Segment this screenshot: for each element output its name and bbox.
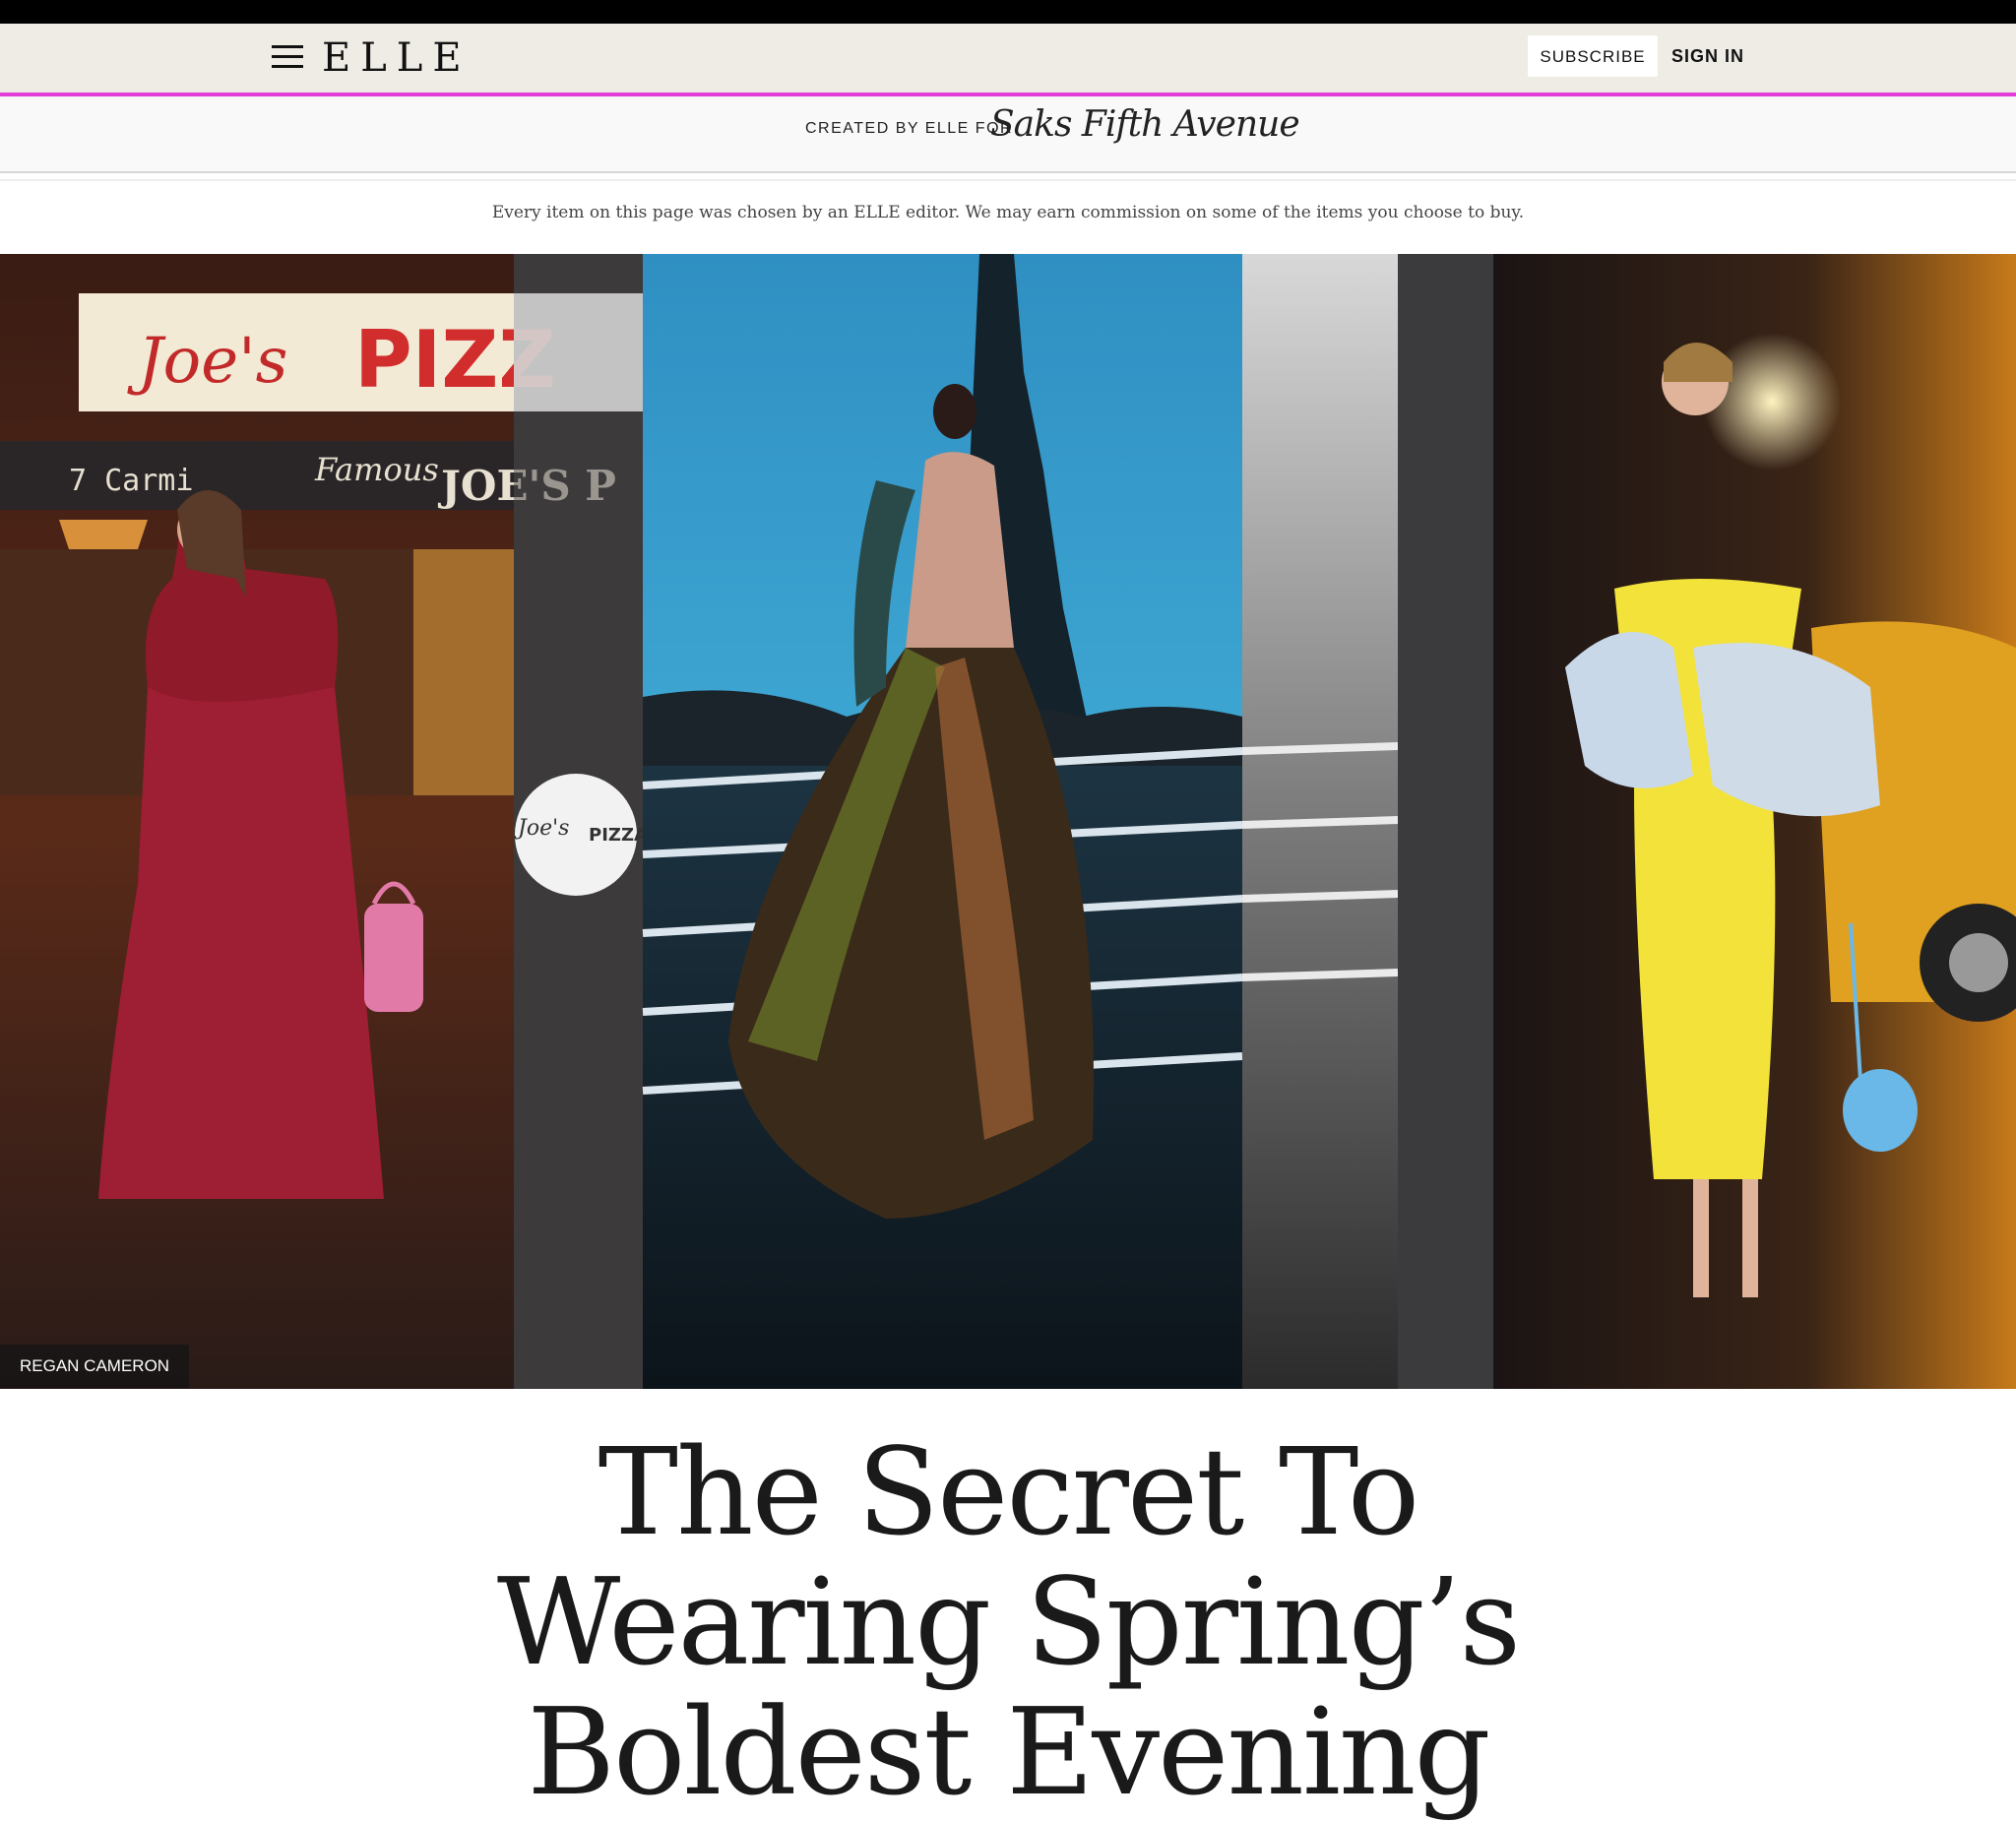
- menu-icon[interactable]: [272, 41, 303, 71]
- browser-top-bar: [0, 0, 2016, 24]
- article-headline: The Secret To Wearing Spring’s Boldest E…: [467, 1427, 1549, 1817]
- sponsor-label: CREATED BY ELLE FOR: [805, 120, 1014, 137]
- hero-image: Joe's PIZZ 7 Carmi Famous JOE'S P Joe's …: [0, 254, 2016, 1389]
- headline-line-1: The Secret To: [598, 1422, 1420, 1562]
- divider: [0, 179, 2016, 181]
- photo-credit: REGAN CAMERON: [0, 1345, 190, 1388]
- round-sign-text: PIZZA: [589, 825, 648, 846]
- elle-logo[interactable]: ELLE: [322, 33, 472, 83]
- round-sign-script: Joe's: [514, 816, 569, 841]
- sponsor-bar: CREATED BY ELLE FOR Saks Fifth Avenue: [0, 96, 2016, 173]
- affiliate-disclaimer: Every item on this page was chosen by an…: [491, 203, 1525, 222]
- pizza-sign-script: Joe's: [127, 325, 288, 398]
- site-header: ELLE SUBSCRIBE SIGN IN: [0, 24, 2016, 96]
- famous-sign: Famous: [314, 451, 439, 488]
- address-sign: 7 Carmi: [69, 464, 193, 498]
- subscribe-button[interactable]: SUBSCRIBE: [1528, 35, 1658, 77]
- headline-line-3: Boldest Evening: [527, 1682, 1490, 1822]
- headline-line-2: Wearing Spring’s: [496, 1552, 1521, 1692]
- saks-fifth-avenue-logo[interactable]: Saks Fifth Avenue: [990, 104, 1300, 145]
- sign-in-link[interactable]: SIGN IN: [1671, 35, 1744, 77]
